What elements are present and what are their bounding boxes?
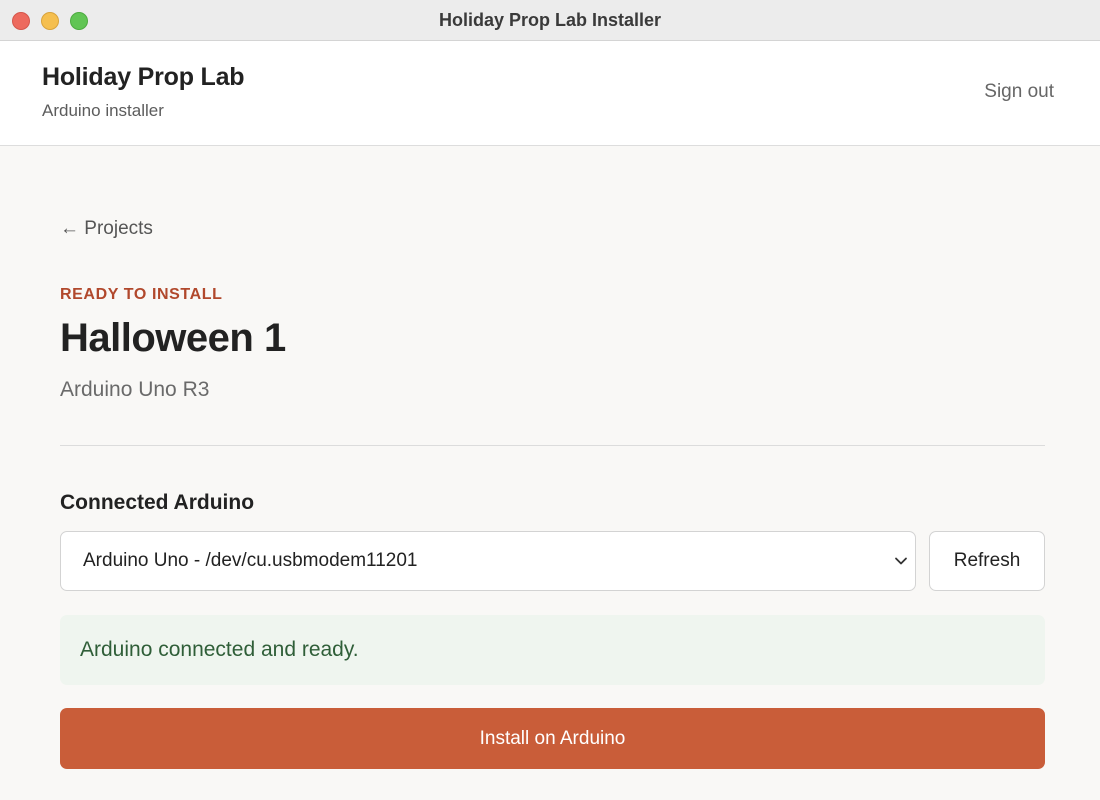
chevron-down-icon <box>895 557 907 565</box>
divider <box>60 445 1045 446</box>
brand-title: Holiday Prop Lab <box>42 63 245 91</box>
window-title: Holiday Prop Lab Installer <box>438 10 662 30</box>
status-message: Arduino connected and ready. <box>80 638 359 661</box>
app-header: Holiday Prop Lab Arduino installer Sign … <box>0 41 1100 146</box>
project-title: Halloween 1 <box>60 316 286 360</box>
connected-arduino-label: Connected Arduino <box>60 491 255 514</box>
app-window: Holiday Prop Lab Installer Holiday Prop … <box>0 0 1100 800</box>
install-button[interactable]: Install on Arduino <box>60 708 1045 769</box>
refresh-button[interactable]: Refresh <box>929 531 1045 591</box>
title-bar: Holiday Prop Lab Installer <box>0 0 1100 41</box>
back-to-projects-link[interactable]: ← Projects <box>60 218 153 240</box>
status-message-box: Arduino connected and ready. <box>60 615 1045 685</box>
port-select-value: Arduino Uno - /dev/cu.usbmodem11201 <box>83 550 418 571</box>
brand-subtitle: Arduino installer <box>42 101 164 120</box>
board-name: Arduino Uno R3 <box>60 378 210 401</box>
port-select[interactable]: Arduino Uno - /dev/cu.usbmodem11201 <box>60 531 916 591</box>
sign-out-link[interactable]: Sign out <box>984 81 1054 103</box>
status-eyebrow: READY TO INSTALL <box>60 286 223 303</box>
